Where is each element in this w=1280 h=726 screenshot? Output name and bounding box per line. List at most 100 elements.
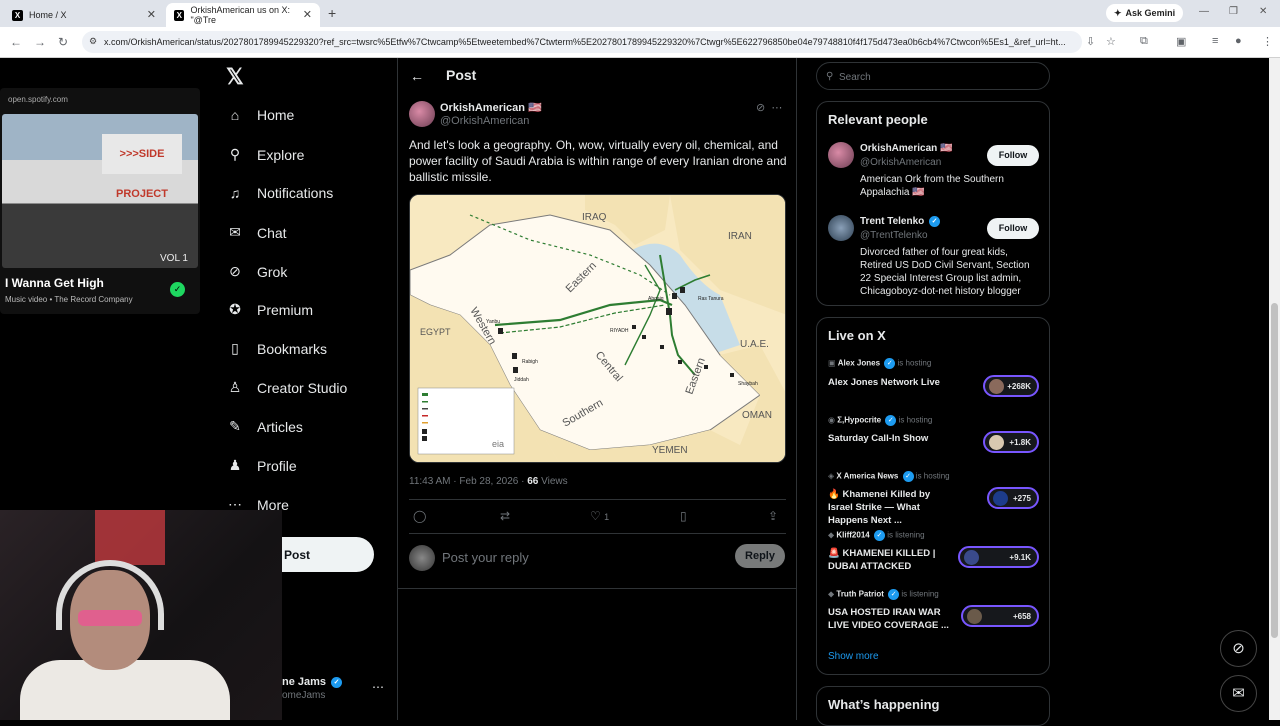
live-host[interactable]: ◆ Kliff2014 ✓ is listening [828,530,925,541]
repost-icon[interactable]: ⇄ [500,509,510,523]
scrollbar-thumb[interactable] [1271,303,1278,638]
post-image-map[interactable]: IRAQ IRAN EGYPT U.A.E. OMAN YEMEN Wester… [409,194,786,463]
map-label-jiddah: Jiddah [514,377,529,383]
nav-notifications[interactable]: ♫ Notifications [227,185,334,201]
person-handle[interactable]: @TrentTelenko [860,230,928,241]
reload-icon[interactable]: ↻ [58,35,68,49]
page-title: Post [446,67,477,83]
nav-grok[interactable]: ⊘ Grok [227,263,287,280]
post-timestamp[interactable]: 11:43 AM · Feb 28, 2026 · [409,476,527,487]
reply-input[interactable]: Post your reply [442,550,529,565]
person-handle[interactable]: @OrkishAmerican [860,157,941,168]
x-logo-icon[interactable]: 𝕏 [226,64,244,90]
map-label-yemen: YEMEN [652,445,688,456]
verified-badge-icon: ✓ [888,589,900,600]
nav-chat[interactable]: ✉ Chat [227,224,287,241]
live-count: +275 [1012,493,1031,503]
nav-profile[interactable]: ♟ Profile [227,457,297,474]
spotify-pip-overlay[interactable]: open.spotify.com >>>SIDE PROJECT VOL 1 I… [0,88,200,314]
profile-avatar[interactable]: ● [1235,35,1242,47]
account-name: ne Jams [282,676,327,688]
address-bar[interactable]: ⚙ x.com/OrkishAmerican/status/2027801789… [82,31,1082,53]
menu-icon[interactable]: ⋮ [1262,35,1273,48]
host-name: Kliff2014 [836,530,870,540]
live-host[interactable]: ◈ X America News ✓ is hosting [828,471,950,482]
star-icon[interactable]: ☆ [1106,35,1116,48]
back-icon[interactable]: ← [10,35,22,49]
minimize-icon[interactable]: — [1199,6,1209,17]
post-text: And let's look a geography. Oh, wow, vir… [409,138,787,184]
bell-icon: ♫ [229,185,241,201]
live-host[interactable]: ◆ Truth Patriot ✓ is listening [828,589,939,600]
nav-label: Chat [257,224,287,241]
ask-gemini-button[interactable]: ✦ Ask Gemini [1106,4,1184,22]
like-button[interactable]: ♡ 1 [590,509,609,523]
grok-fab-icon[interactable]: ⊘ [1220,630,1257,667]
install-icon[interactable]: ⇩ [1086,35,1095,48]
person-avatar[interactable] [828,215,854,241]
close-tab-icon[interactable]: ✕ [303,8,312,21]
follow-button[interactable]: Follow [987,218,1039,239]
live-pill[interactable]: +268K [983,375,1039,397]
saved-check-icon[interactable]: ✓ [170,282,185,297]
live-title-link[interactable]: Alex Jones Network Live [828,376,956,389]
account-switcher[interactable]: ne Jams ✓ [282,676,343,688]
nav-label: Bookmarks [257,340,328,357]
follow-button[interactable]: Follow [987,145,1039,166]
nav-bookmarks[interactable]: ▯ Bookmarks [227,340,327,357]
nav-articles[interactable]: ✎ Articles [227,418,303,435]
share-icon[interactable]: ⇪ [768,509,778,523]
extensions-icon[interactable]: ⧉ [1140,35,1148,48]
grok-icon[interactable]: ⊘ [756,102,765,114]
person-avatar[interactable] [828,142,854,168]
live-title-link[interactable]: 🚨 KHAMENEI KILLED | DUBAI ATTACKED [828,547,956,573]
verified-badge-icon: ✓ [902,471,914,482]
account-more-icon[interactable]: ⋯ [372,680,384,694]
live-pill[interactable]: +658 [961,605,1039,627]
live-pill[interactable]: +1.8K [983,431,1039,453]
heart-icon: ♡ [590,509,601,523]
nav-explore[interactable]: ⚲ Explore [227,146,305,163]
bookmark-icon[interactable]: ▯ [680,509,687,523]
back-arrow-icon[interactable]: ← [410,68,424,84]
new-tab-icon[interactable]: + [328,5,336,21]
live-pill[interactable]: +275 [987,487,1039,509]
live-title-link[interactable]: Saturday Call-In Show [828,432,956,445]
media-icon[interactable]: ≡ [1212,35,1218,47]
live-pill[interactable]: +9.1K [958,546,1039,568]
tab-search-icon[interactable]: ▣ [1176,35,1186,48]
nav-label: Grok [257,263,288,280]
maximize-icon[interactable]: ❐ [1229,6,1238,17]
x-favicon-icon: X [174,9,185,21]
live-host[interactable]: ◉ Σ,Hypocrite ✓ is hosting [828,415,932,426]
site-info-icon[interactable]: ⚙ [89,36,97,47]
close-window-icon[interactable]: ✕ [1259,6,1267,17]
creator-icon: ♙ [228,379,242,395]
tab-orkish-post[interactable]: X OrkishAmerican us on X: "@Tre ✕ [166,3,320,27]
forward-icon[interactable]: → [34,35,46,49]
author-avatar[interactable] [409,101,435,127]
live-title-link[interactable]: 🔥 Khamenei Killed by Israel Strike — Wha… [828,488,956,527]
search-input[interactable]: ⚲ Search [816,62,1050,90]
post-button[interactable]: Post [282,537,374,572]
author-name[interactable]: OrkishAmerican 🇺🇸 [440,101,542,114]
more-options-icon[interactable]: ⋯ [771,102,782,114]
map-label-uae: U.A.E. [740,339,769,350]
nav-home[interactable]: ⌂ Home [227,107,295,123]
show-more-link[interactable]: Show more [828,651,879,662]
reply-button[interactable]: Reply [735,544,785,568]
close-tab-icon[interactable]: ✕ [147,8,156,21]
tab-home-x[interactable]: X Home / X ✕ [4,3,164,27]
messages-fab-icon[interactable]: ✉ [1220,675,1257,712]
host-name: Σ,Hypocrite [837,415,882,425]
live-host[interactable]: ▣ Alex Jones ✓ is hosting [828,358,931,369]
whats-happening-title: What’s happening [828,697,940,712]
reply-icon[interactable]: ◯ [413,509,426,523]
scrollbar[interactable] [1269,58,1280,720]
nav-creator-studio[interactable]: ♙ Creator Studio [227,379,348,396]
author-handle[interactable]: @OrkishAmerican [440,115,529,127]
person-name[interactable]: OrkishAmerican 🇺🇸 [860,143,953,154]
live-title-link[interactable]: USA HOSTED IRAN WAR LIVE VIDEO COVERAGE … [828,606,956,632]
nav-premium[interactable]: ✪ Premium [227,301,313,318]
person-name[interactable]: Trent Telenko ✓ [860,216,941,227]
